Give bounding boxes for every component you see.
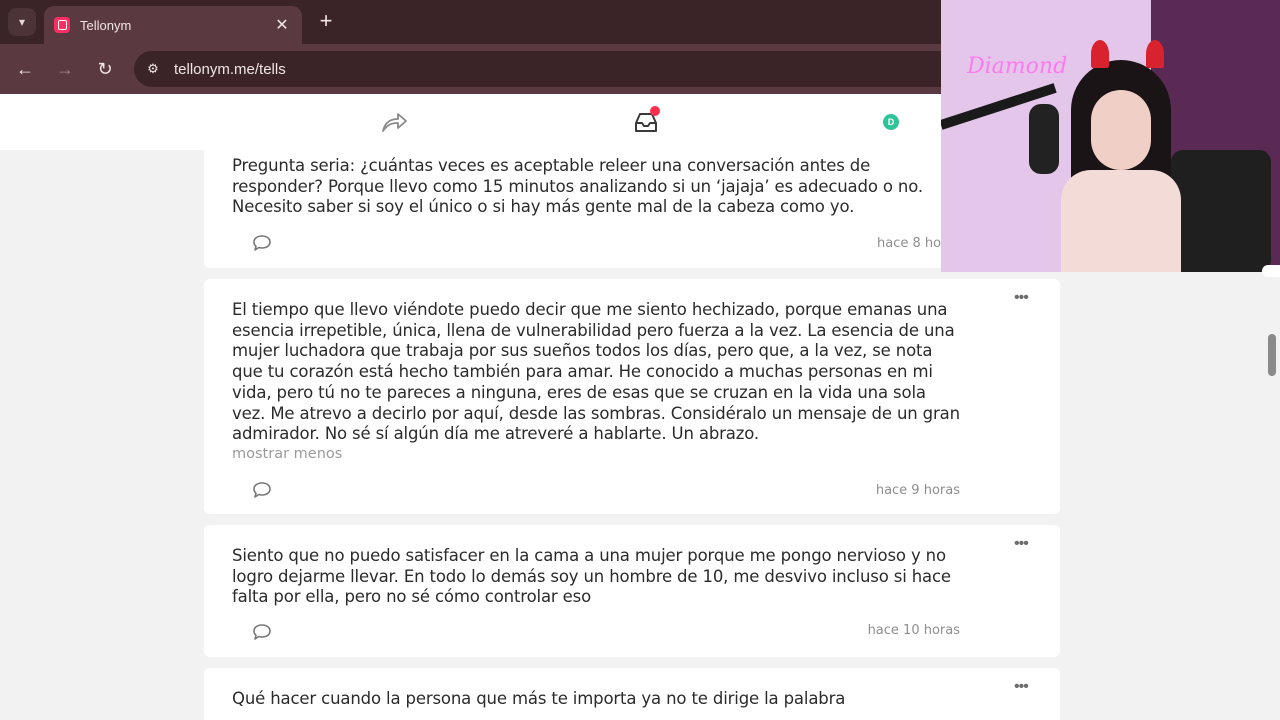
show-less-link[interactable]: mostrar menos: [232, 446, 342, 462]
tab-title: Tellonym: [80, 17, 132, 33]
tell-card: Pregunta seria: ¿cuántas veces es acepta…: [204, 136, 1060, 268]
tell-card: Siento que no puedo satisfacer en la cam…: [204, 525, 1060, 657]
tell-text: Pregunta seria: ¿cuántas veces es acepta…: [232, 156, 923, 217]
webcam-streamer-body: [1061, 170, 1181, 272]
new-tab-plus-icon[interactable]: +: [314, 10, 338, 34]
tell-text: Qué hacer cuando la persona que más te i…: [232, 689, 846, 708]
site-info-icon[interactable]: ⚙: [144, 61, 162, 77]
edge-indicator: [1262, 265, 1280, 277]
back-arrow-icon[interactable]: ←: [12, 56, 38, 82]
tell-timestamp: hace 9 horas: [875, 483, 960, 498]
reload-icon[interactable]: ↻: [92, 56, 118, 82]
tell-timestamp: hace 10 horas: [867, 623, 960, 638]
comment-bubble-icon[interactable]: [252, 623, 272, 641]
share-arrow-icon[interactable]: [380, 110, 408, 134]
notification-dot: [650, 106, 660, 116]
tell-card: El tiempo que llevo viéndote puedo decir…: [204, 279, 1060, 514]
tell-text: El tiempo que llevo viéndote puedo decir…: [232, 300, 960, 444]
scrollbar-thumb[interactable]: [1268, 334, 1276, 376]
address-bar[interactable]: ⚙ tellonym.me/tells: [134, 51, 1014, 87]
tab-search-chevron-icon[interactable]: ▾: [8, 8, 36, 36]
webcam-streamer-face: [1091, 90, 1151, 170]
more-options-icon[interactable]: •••: [1014, 536, 1029, 552]
forward-arrow-icon[interactable]: →: [52, 56, 78, 82]
webcam-neon-sign: Diamond: [967, 54, 1068, 79]
more-options-icon[interactable]: •••: [1014, 290, 1029, 306]
webcam-microphone: [1029, 104, 1059, 174]
comment-bubble-icon[interactable]: [252, 481, 272, 499]
tellonym-favicon-icon: [54, 17, 70, 33]
avatar[interactable]: D: [883, 114, 899, 130]
comment-bubble-icon[interactable]: [252, 234, 272, 252]
tell-text: Siento que no puedo satisfacer en la cam…: [232, 546, 951, 607]
browser-tab[interactable]: Tellonym ✕: [44, 6, 302, 44]
more-options-icon[interactable]: •••: [1014, 679, 1029, 695]
url-text[interactable]: tellonym.me/tells: [174, 61, 286, 78]
webcam-horn-left: [1091, 40, 1109, 68]
webcam-chair: [1171, 150, 1271, 272]
tell-card: Qué hacer cuando la persona que más te i…: [204, 668, 1060, 720]
webcam-overlay: Diamond: [941, 0, 1280, 272]
webcam-horn-right: [1146, 40, 1164, 68]
close-tab-icon[interactable]: ✕: [272, 15, 292, 35]
